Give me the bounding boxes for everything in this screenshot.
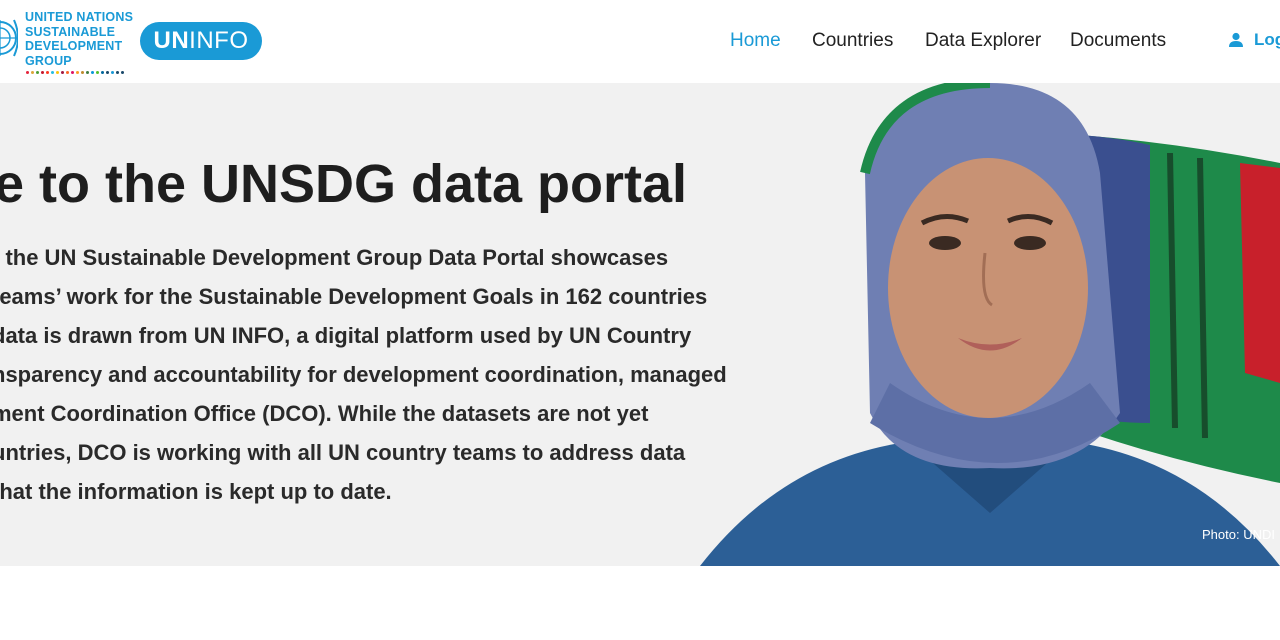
nav-documents[interactable]: Documents xyxy=(1070,30,1166,52)
login-label: Log xyxy=(1254,30,1280,49)
hero-title: e to the UNSDG data portal xyxy=(0,154,688,214)
un-emblem-icon[interactable] xyxy=(0,6,18,70)
nav-data-explorer[interactable]: Data Explorer xyxy=(925,30,1041,52)
site-header: UNITED NATIONS SUSTAINABLE DEVELOPMENT G… xyxy=(0,0,1280,83)
sdg-color-dots xyxy=(26,71,124,74)
user-icon xyxy=(1229,32,1243,47)
photo-credit: Photo: UNDI xyxy=(1202,527,1275,542)
nav-countries[interactable]: Countries xyxy=(812,30,893,52)
nav-home[interactable]: Home xyxy=(730,30,781,52)
hero-description: f the UN Sustainable Development Group D… xyxy=(0,245,727,504)
hero-photo xyxy=(700,83,1280,566)
uninfo-logo[interactable]: UN INFO xyxy=(140,22,262,60)
unsdg-logo-text[interactable]: UNITED NATIONS SUSTAINABLE DEVELOPMENT G… xyxy=(25,10,133,68)
login-link[interactable]: Log xyxy=(1228,30,1280,50)
hero-banner: e to the UNSDG data portal f the UN Sust… xyxy=(0,83,1280,566)
